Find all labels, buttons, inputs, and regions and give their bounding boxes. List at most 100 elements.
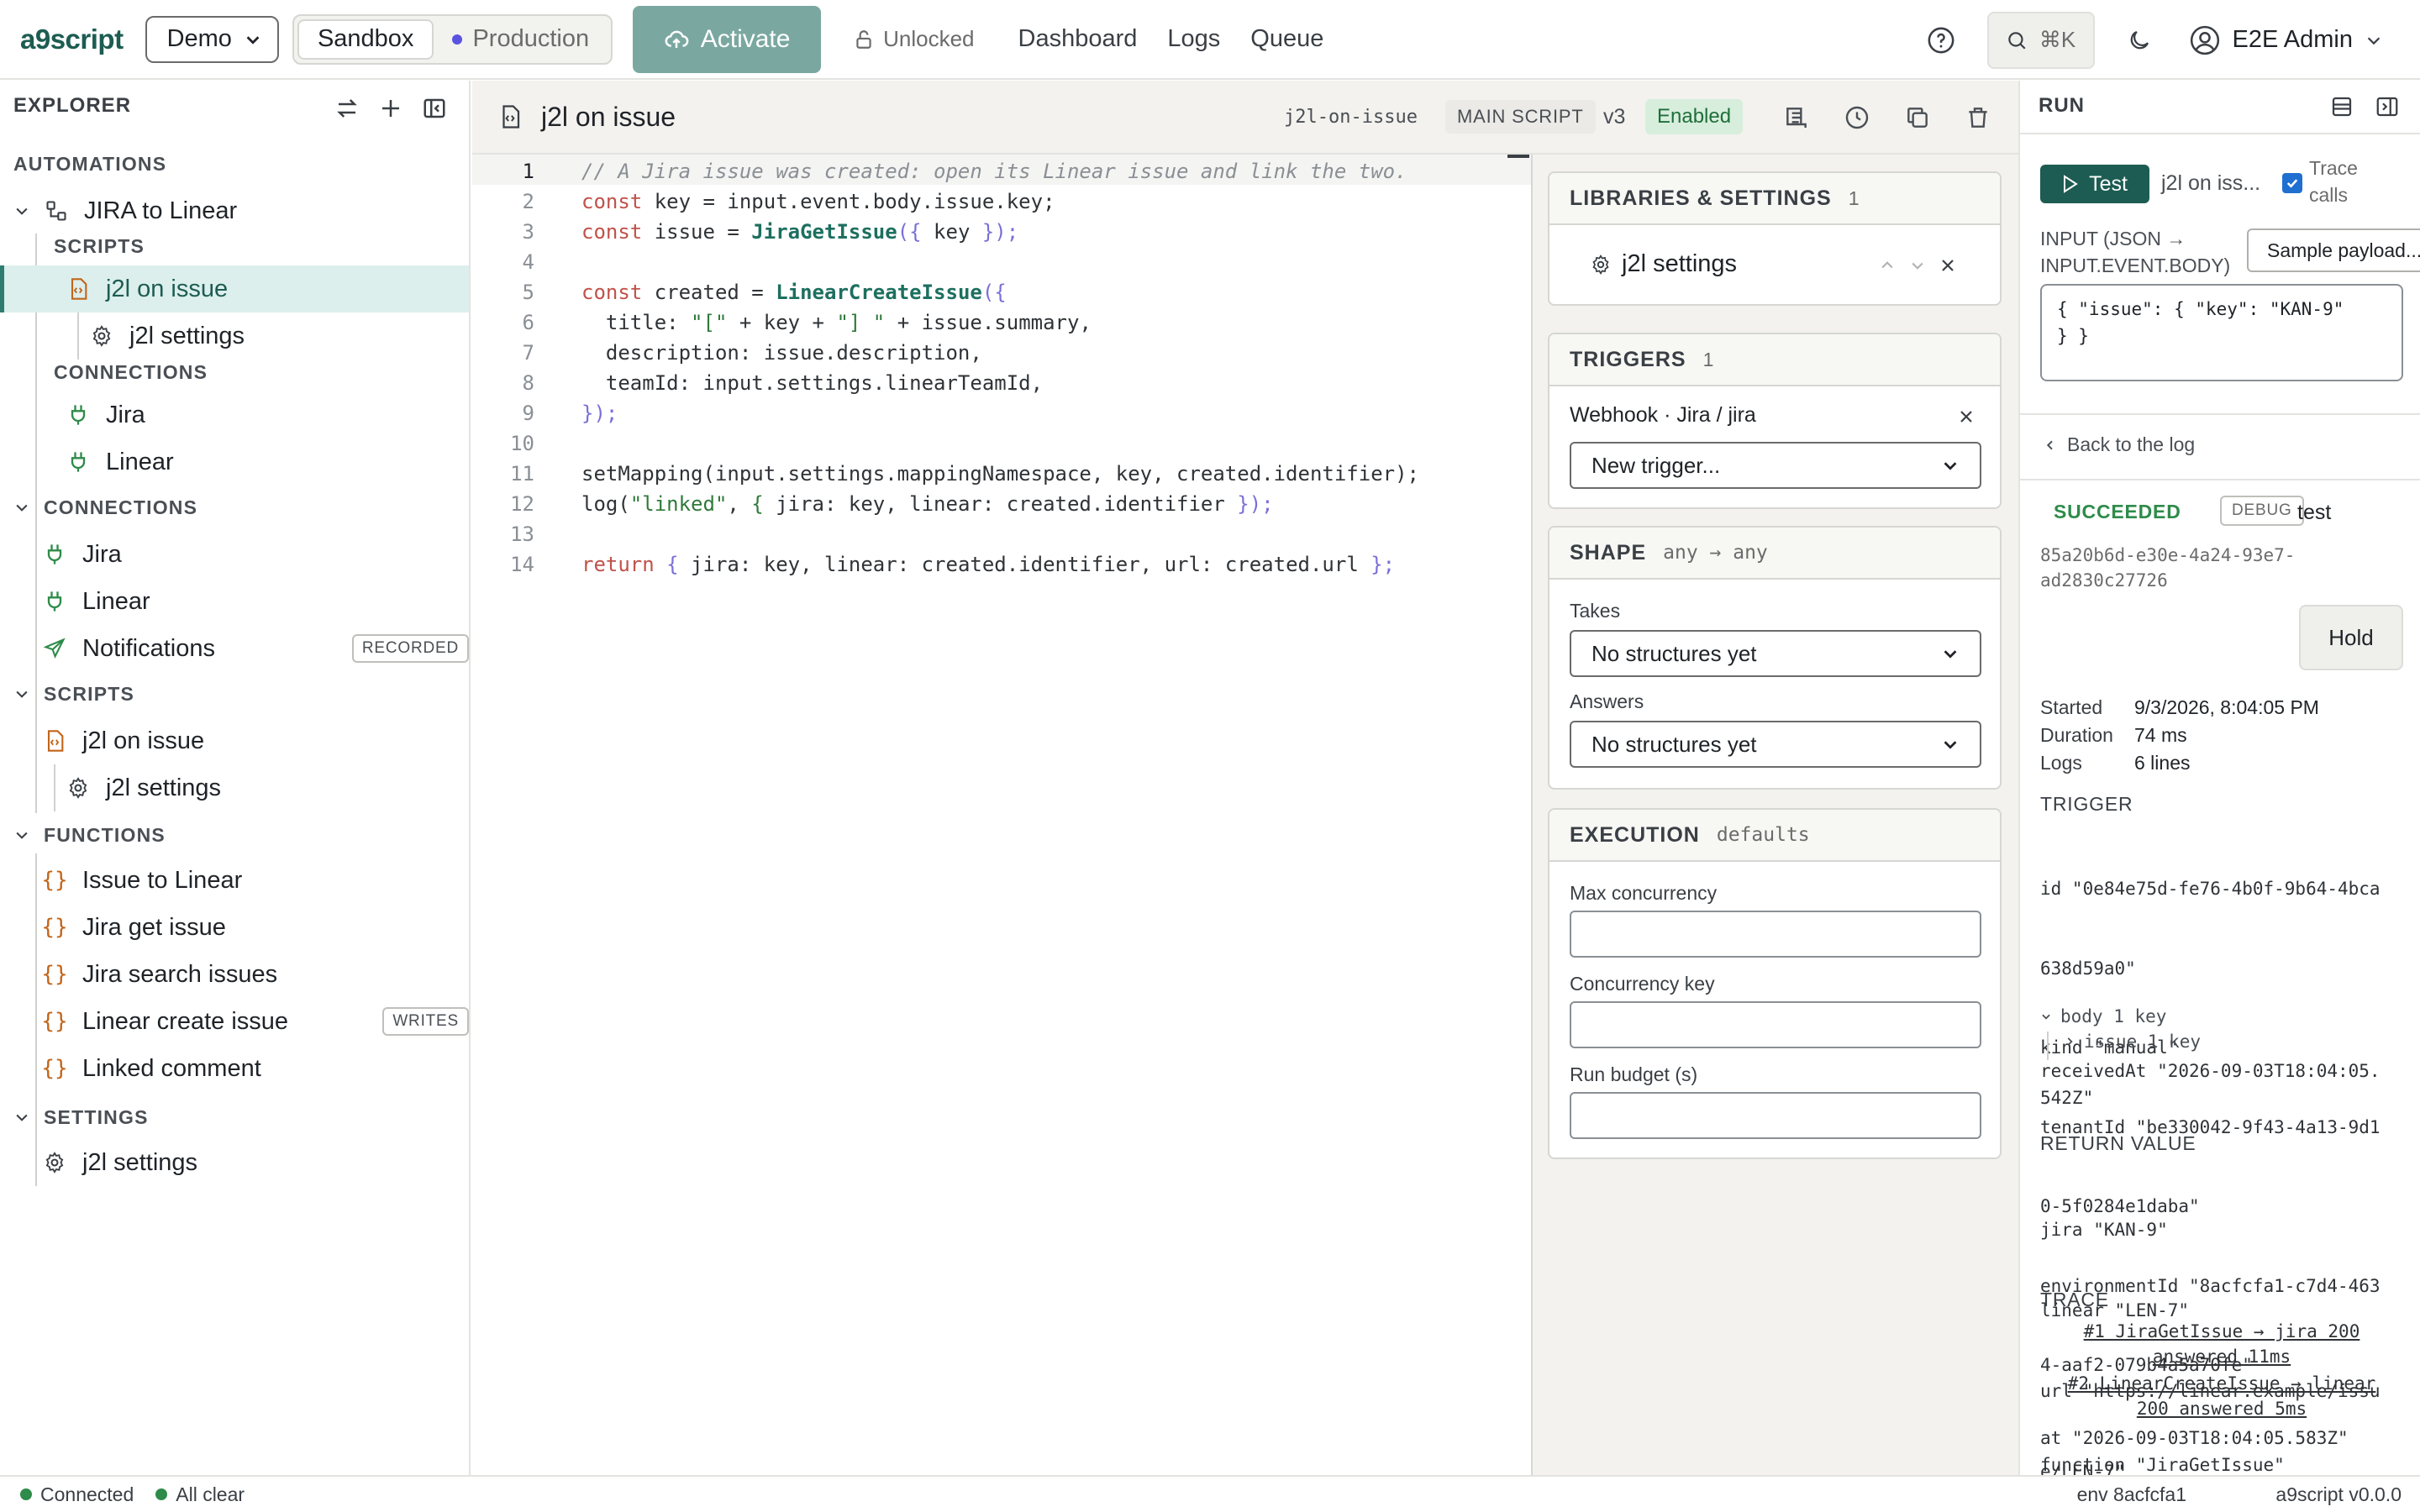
- explorer-header: EXPLORER: [0, 81, 469, 131]
- script-status-badge[interactable]: Enabled: [1645, 99, 1744, 134]
- app-logo[interactable]: a9script: [20, 24, 124, 55]
- trace-calls-checkbox[interactable]: [2282, 173, 2302, 193]
- copy-icon[interactable]: [1904, 104, 1931, 131]
- connection-linear[interactable]: Linear: [42, 578, 462, 625]
- automation-jira-to-linear[interactable]: JIRA to Linear: [13, 190, 237, 232]
- code-token: key: [921, 220, 982, 244]
- status-bar: Connected All clear env 8acfcfa1 a9scrip…: [0, 1475, 2420, 1512]
- function-linked-comment[interactable]: {} Linked comment: [41, 1045, 462, 1092]
- script-j2l-settings[interactable]: j2l settings: [66, 764, 221, 811]
- activate-button[interactable]: Activate: [633, 5, 822, 73]
- tree-guide: [35, 1136, 37, 1186]
- code-line-2: const key = input.event.body.issue.key;: [581, 190, 1055, 213]
- braces-icon: {}: [41, 1056, 68, 1081]
- section-connections-toggle[interactable]: CONNECTIONS: [13, 492, 197, 522]
- nav-queue[interactable]: Queue: [1250, 25, 1323, 53]
- chevron-down-icon: [1941, 644, 1960, 663]
- code-token: title:: [581, 311, 692, 334]
- script-slug: j2l-on-issue: [1284, 106, 1418, 128]
- search-icon: [2006, 29, 2028, 51]
- hold-button[interactable]: Hold: [2299, 605, 2403, 670]
- chevron-down-icon: [1941, 735, 1960, 753]
- section-functions-toggle[interactable]: FUNCTIONS: [13, 820, 166, 850]
- sample-payload-select[interactable]: Sample payload...: [2247, 228, 2420, 272]
- auto-connection-linear[interactable]: Linear: [66, 438, 174, 486]
- user-menu[interactable]: E2E Admin: [2189, 24, 2383, 56]
- auto-script-j2l-settings[interactable]: j2l settings: [89, 312, 245, 360]
- env-production-button[interactable]: Production: [434, 19, 608, 60]
- line-number: 12: [510, 492, 534, 516]
- help-icon[interactable]: [1927, 26, 1955, 55]
- code-token: issue =: [642, 220, 752, 244]
- trace-call-line: 200 answered 5ms: [2136, 1399, 2307, 1419]
- swap-icon[interactable]: [334, 96, 360, 121]
- section-settings-toggle[interactable]: SETTINGS: [13, 1102, 149, 1132]
- line-number: 6: [522, 311, 534, 334]
- divider: [2020, 133, 2420, 134]
- answers-select[interactable]: No structures yet: [1570, 721, 1981, 768]
- trace-call-2[interactable]: #2 LinearCreateIssue → linear 200 answere…: [2040, 1371, 2403, 1421]
- moon-icon[interactable]: [2127, 28, 2152, 53]
- run-budget-input[interactable]: [1570, 1092, 1981, 1139]
- script-kind-badge: MAIN SCRIPT: [1445, 100, 1596, 134]
- chevron-down-icon: [13, 827, 30, 843]
- return-line: jira "KAN-9": [2040, 1220, 2168, 1240]
- plus-icon[interactable]: [378, 96, 403, 121]
- body-toggle[interactable]: body 1 key: [2040, 1006, 2166, 1026]
- line-number: 5: [522, 281, 534, 304]
- auto-connection-jira[interactable]: Jira: [66, 391, 145, 438]
- new-trigger-select[interactable]: New trigger...: [1570, 442, 1981, 489]
- nav-logs[interactable]: Logs: [1167, 25, 1220, 53]
- collapse-panel-icon[interactable]: [2375, 94, 2400, 119]
- code-token: "] ": [836, 311, 886, 334]
- chevron-up-icon[interactable]: [1879, 257, 1896, 274]
- env-sandbox-button[interactable]: Sandbox: [297, 18, 434, 60]
- result-status: SUCCEEDED: [2054, 501, 2181, 522]
- code-editor[interactable]: 1 2 3 4 5 6 7 8 9 10 11 12 13 14 // A Ji…: [472, 155, 1533, 1475]
- library-item[interactable]: j2l settings: [1590, 250, 1737, 278]
- shape-card: SHAPE any → any Takes No structures yet A…: [1548, 526, 2002, 790]
- trigger-item[interactable]: Webhook · Jira / jira: [1570, 403, 1756, 428]
- trash-icon[interactable]: [1965, 104, 1991, 131]
- nav-dashboard[interactable]: Dashboard: [1018, 25, 1138, 53]
- lock-status[interactable]: Unlocked: [853, 26, 975, 52]
- test-button[interactable]: Test: [2040, 165, 2149, 203]
- close-icon[interactable]: [1956, 407, 1976, 427]
- flow-icon: [44, 198, 69, 223]
- code-token: + issue.summary,: [885, 311, 1092, 334]
- script-j2l-on-issue[interactable]: j2l on issue: [42, 717, 204, 764]
- scrollbar-indicator[interactable]: [1507, 155, 1529, 158]
- collapse-sidebar-icon[interactable]: [422, 96, 447, 121]
- takes-select[interactable]: No structures yet: [1570, 630, 1981, 677]
- line-number: 14: [510, 553, 534, 576]
- trace-call-1[interactable]: #1 JiraGetIssue → jira 200 answered 11ms: [2040, 1319, 2403, 1369]
- chevron-right-icon: [2064, 1036, 2075, 1047]
- layout-icon[interactable]: [2329, 94, 2354, 119]
- input-json-textarea[interactable]: { "issue": { "key": "KAN-9" } }: [2040, 284, 2403, 381]
- chevron-down-icon[interactable]: [1909, 257, 1926, 274]
- code-token: });: [981, 220, 1019, 244]
- connection-jira[interactable]: Jira: [42, 531, 462, 578]
- run-id: 85a20b6d-e30e-4a24-93e7- ad2830c27726: [2040, 543, 2295, 593]
- settings-j2l-settings[interactable]: j2l settings: [42, 1139, 197, 1186]
- chevron-down-icon: [1941, 456, 1960, 475]
- writes-badge: WRITES: [382, 1007, 469, 1036]
- project-select[interactable]: Demo: [145, 15, 279, 63]
- concurrency-key-input[interactable]: [1570, 1001, 1981, 1048]
- connection-notifications[interactable]: Notifications RECORDED: [42, 625, 469, 672]
- auto-script-j2l-on-issue[interactable]: j2l on issue: [66, 265, 228, 312]
- section-scripts-toggle[interactable]: SCRIPTS: [13, 679, 134, 709]
- function-jira-search-issues[interactable]: {} Jira search issues: [41, 951, 462, 998]
- line-number: 3: [522, 220, 534, 244]
- outline-icon[interactable]: [1783, 104, 1810, 131]
- close-icon[interactable]: [1938, 255, 1958, 276]
- back-to-log-link[interactable]: Back to the log: [2044, 433, 2195, 456]
- max-concurrency-input[interactable]: [1570, 911, 1981, 958]
- command-search-button[interactable]: ⌘K: [1986, 11, 2095, 69]
- function-jira-get-issue[interactable]: {} Jira get issue: [41, 904, 462, 951]
- execution-card: EXECUTION defaults Max concurrency Concur…: [1548, 808, 2002, 1159]
- issue-toggle[interactable]: issue 1 key: [2064, 1032, 2201, 1052]
- history-icon[interactable]: [1844, 104, 1870, 131]
- function-linear-create-issue[interactable]: {} Linear create issue WRITES: [41, 998, 469, 1045]
- function-issue-to-linear[interactable]: {} Issue to Linear: [41, 857, 462, 904]
